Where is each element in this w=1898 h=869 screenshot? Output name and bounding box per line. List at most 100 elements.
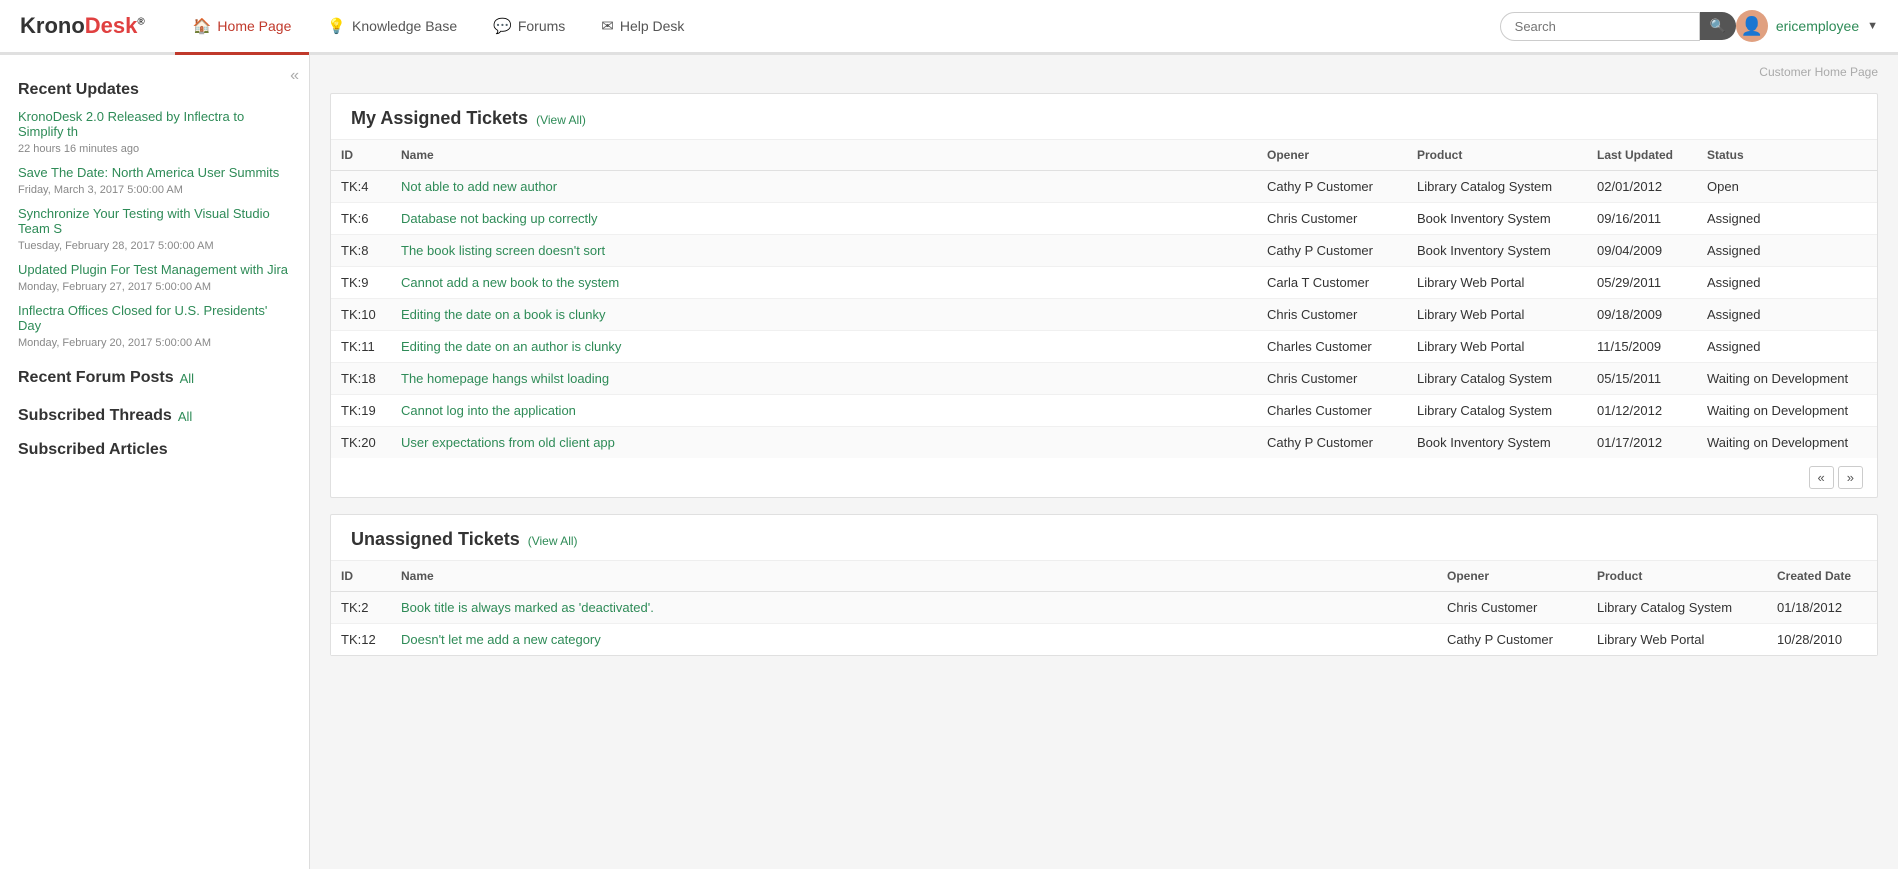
- ticket-opener: Chris Customer: [1257, 203, 1407, 235]
- unassigned-tickets-title: Unassigned Tickets: [351, 529, 520, 550]
- ucol-created-header: Created Date: [1767, 561, 1877, 592]
- ticket-name: Editing the date on a book is clunky: [391, 299, 1257, 331]
- ticket-updated: 09/04/2009: [1587, 235, 1697, 267]
- ticket-id: TK:20: [331, 427, 391, 459]
- assigned-tickets-card: My Assigned Tickets (View All) ID Name O…: [330, 93, 1878, 498]
- update-time-3: Monday, February 27, 2017 5:00:00 AM: [0, 281, 309, 293]
- nav-forums[interactable]: 💬 Forums: [475, 0, 583, 55]
- ticket-name: The book listing screen doesn't sort: [391, 235, 1257, 267]
- table-row: TK:4 Not able to add new author Cathy P …: [331, 171, 1877, 203]
- ticket-opener: Carla T Customer: [1257, 267, 1407, 299]
- update-link-3[interactable]: Updated Plugin For Test Management with …: [18, 262, 288, 277]
- assigned-tickets-table: ID Name Opener Product Last Updated Stat…: [331, 140, 1877, 458]
- ucol-opener-header: Opener: [1437, 561, 1587, 592]
- main-nav: 🏠 Home Page 💡 Knowledge Base 💬 Forums ✉ …: [175, 0, 1490, 52]
- ticket-link[interactable]: Editing the date on a book is clunky: [401, 307, 606, 322]
- unassigned-table-header-row: ID Name Opener Product Created Date: [331, 561, 1877, 592]
- table-row: TK:2 Book title is always marked as 'dea…: [331, 592, 1877, 624]
- ticket-status: Assigned: [1697, 299, 1877, 331]
- page-first-button[interactable]: «: [1809, 466, 1834, 489]
- col-status-header: Status: [1697, 140, 1877, 171]
- page-last-button[interactable]: »: [1838, 466, 1863, 489]
- ticket-link[interactable]: Cannot add a new book to the system: [401, 275, 619, 290]
- pagination: « »: [331, 458, 1877, 497]
- ticket-product: Library Catalog System: [1407, 363, 1587, 395]
- ticket-link[interactable]: Not able to add new author: [401, 179, 557, 194]
- subscribed-threads-all-link[interactable]: All: [178, 409, 192, 424]
- ticket-opener: Cathy P Customer: [1257, 235, 1407, 267]
- list-item: Save The Date: North America User Summit…: [0, 161, 309, 184]
- uticket-product: Library Web Portal: [1587, 624, 1767, 656]
- ticket-link[interactable]: The book listing screen doesn't sort: [401, 243, 605, 258]
- ticket-id: TK:11: [331, 331, 391, 363]
- ticket-name: Cannot log into the application: [391, 395, 1257, 427]
- nav-home-label: Home Page: [217, 18, 291, 34]
- ticket-product: Book Inventory System: [1407, 235, 1587, 267]
- forum-all-link[interactable]: All: [180, 371, 194, 386]
- ticket-name: Not able to add new author: [391, 171, 1257, 203]
- ticket-status: Assigned: [1697, 235, 1877, 267]
- uticket-link[interactable]: Book title is always marked as 'deactiva…: [401, 600, 654, 615]
- uticket-created: 10/28/2010: [1767, 624, 1877, 656]
- ticket-link[interactable]: Editing the date on an author is clunky: [401, 339, 621, 354]
- unassigned-tickets-card: Unassigned Tickets (View All) ID Name Op…: [330, 514, 1878, 656]
- main-content: Customer Home Page My Assigned Tickets (…: [310, 55, 1898, 869]
- update-link-2[interactable]: Synchronize Your Testing with Visual Stu…: [18, 206, 270, 236]
- table-row: TK:9 Cannot add a new book to the system…: [331, 267, 1877, 299]
- update-link-4[interactable]: Inflectra Offices Closed for U.S. Presid…: [18, 303, 267, 333]
- nav-forums-label: Forums: [518, 18, 565, 34]
- search-input[interactable]: [1500, 12, 1700, 41]
- table-row: TK:20 User expectations from old client …: [331, 427, 1877, 459]
- ticket-link[interactable]: The homepage hangs whilst loading: [401, 371, 609, 386]
- ticket-link[interactable]: Database not backing up correctly: [401, 211, 598, 226]
- ticket-product: Library Web Portal: [1407, 331, 1587, 363]
- ticket-name: User expectations from old client app: [391, 427, 1257, 459]
- ticket-id: TK:6: [331, 203, 391, 235]
- logo: KronoDesk®: [20, 13, 145, 39]
- search-icon: 🔍: [1710, 18, 1726, 33]
- col-product-header: Product: [1407, 140, 1587, 171]
- ticket-status: Assigned: [1697, 267, 1877, 299]
- uticket-name: Book title is always marked as 'deactiva…: [391, 592, 1437, 624]
- ticket-product: Library Web Portal: [1407, 299, 1587, 331]
- uticket-id: TK:2: [331, 592, 391, 624]
- assigned-tickets-view-all[interactable]: (View All): [536, 113, 586, 127]
- table-row: TK:11 Editing the date on an author is c…: [331, 331, 1877, 363]
- ticket-updated: 11/15/2009: [1587, 331, 1697, 363]
- uticket-created: 01/18/2012: [1767, 592, 1877, 624]
- ticket-updated: 09/16/2011: [1587, 203, 1697, 235]
- ticket-updated: 01/17/2012: [1587, 427, 1697, 459]
- list-item: Updated Plugin For Test Management with …: [0, 258, 309, 281]
- uticket-link[interactable]: Doesn't let me add a new category: [401, 632, 601, 647]
- nav-home[interactable]: 🏠 Home Page: [175, 0, 310, 55]
- nav-helpdesk[interactable]: ✉ Help Desk: [583, 0, 702, 55]
- search-button[interactable]: 🔍: [1700, 12, 1736, 40]
- ticket-link[interactable]: Cannot log into the application: [401, 403, 576, 418]
- sidebar-collapse-button[interactable]: «: [290, 67, 299, 85]
- ucol-id-header: ID: [331, 561, 391, 592]
- unassigned-tickets-header: Unassigned Tickets (View All): [331, 515, 1877, 561]
- ticket-name: The homepage hangs whilst loading: [391, 363, 1257, 395]
- nav-knowledge-label: Knowledge Base: [352, 18, 457, 34]
- user-area[interactable]: 👤 ericemployee ▼: [1736, 10, 1878, 42]
- nav-knowledge[interactable]: 💡 Knowledge Base: [309, 0, 475, 55]
- nav-helpdesk-label: Help Desk: [620, 18, 685, 34]
- col-id-header: ID: [331, 140, 391, 171]
- sidebar: « Recent Updates KronoDesk 2.0 Released …: [0, 55, 310, 869]
- unassigned-tickets-view-all[interactable]: (View All): [528, 534, 578, 548]
- ticket-id: TK:19: [331, 395, 391, 427]
- ticket-link[interactable]: User expectations from old client app: [401, 435, 615, 450]
- logo-part1: Krono: [20, 13, 85, 38]
- ticket-updated: 05/15/2011: [1587, 363, 1697, 395]
- ticket-updated: 09/18/2009: [1587, 299, 1697, 331]
- uticket-opener: Cathy P Customer: [1437, 624, 1587, 656]
- ticket-product: Library Web Portal: [1407, 267, 1587, 299]
- forums-icon: 💬: [493, 17, 512, 35]
- update-link-0[interactable]: KronoDesk 2.0 Released by Inflectra to S…: [18, 109, 244, 139]
- ticket-id: TK:8: [331, 235, 391, 267]
- ticket-opener: Charles Customer: [1257, 331, 1407, 363]
- table-row: TK:10 Editing the date on a book is clun…: [331, 299, 1877, 331]
- update-link-1[interactable]: Save The Date: North America User Summit…: [18, 165, 279, 180]
- ticket-name: Editing the date on an author is clunky: [391, 331, 1257, 363]
- breadcrumb: Customer Home Page: [310, 55, 1898, 83]
